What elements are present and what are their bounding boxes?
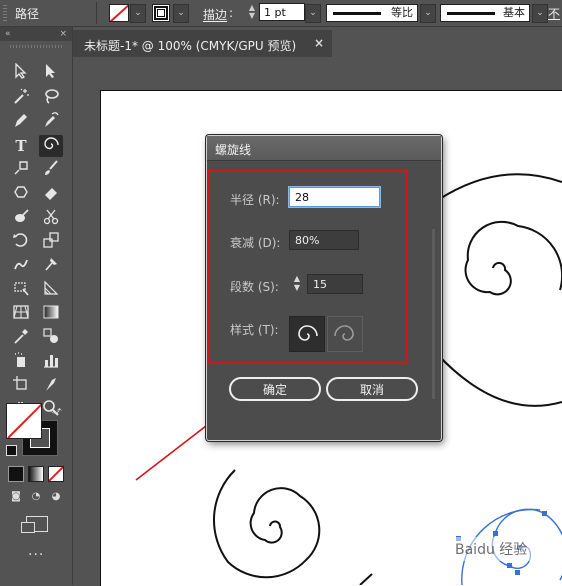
spiral-shape[interactable] xyxy=(437,173,562,407)
anchor-point[interactable] xyxy=(515,570,520,575)
cancel-button[interactable]: 取消 xyxy=(326,377,418,401)
dialog-titlebar[interactable]: 螺旋线 xyxy=(207,136,441,161)
dialog-scrollbar[interactable] xyxy=(432,229,435,399)
ok-button[interactable]: 确定 xyxy=(229,377,321,401)
dialog-title: 螺旋线 xyxy=(215,143,252,157)
spiral-shape[interactable] xyxy=(213,469,373,585)
anchor-point[interactable] xyxy=(507,563,512,568)
anchor-point[interactable] xyxy=(493,531,498,536)
anchor-point[interactable] xyxy=(542,511,547,516)
annotation-highlight xyxy=(208,170,408,364)
watermark-text: Baidu 经验 xyxy=(455,542,527,558)
baidu-watermark: Baidu 经验 xyxy=(450,537,558,561)
